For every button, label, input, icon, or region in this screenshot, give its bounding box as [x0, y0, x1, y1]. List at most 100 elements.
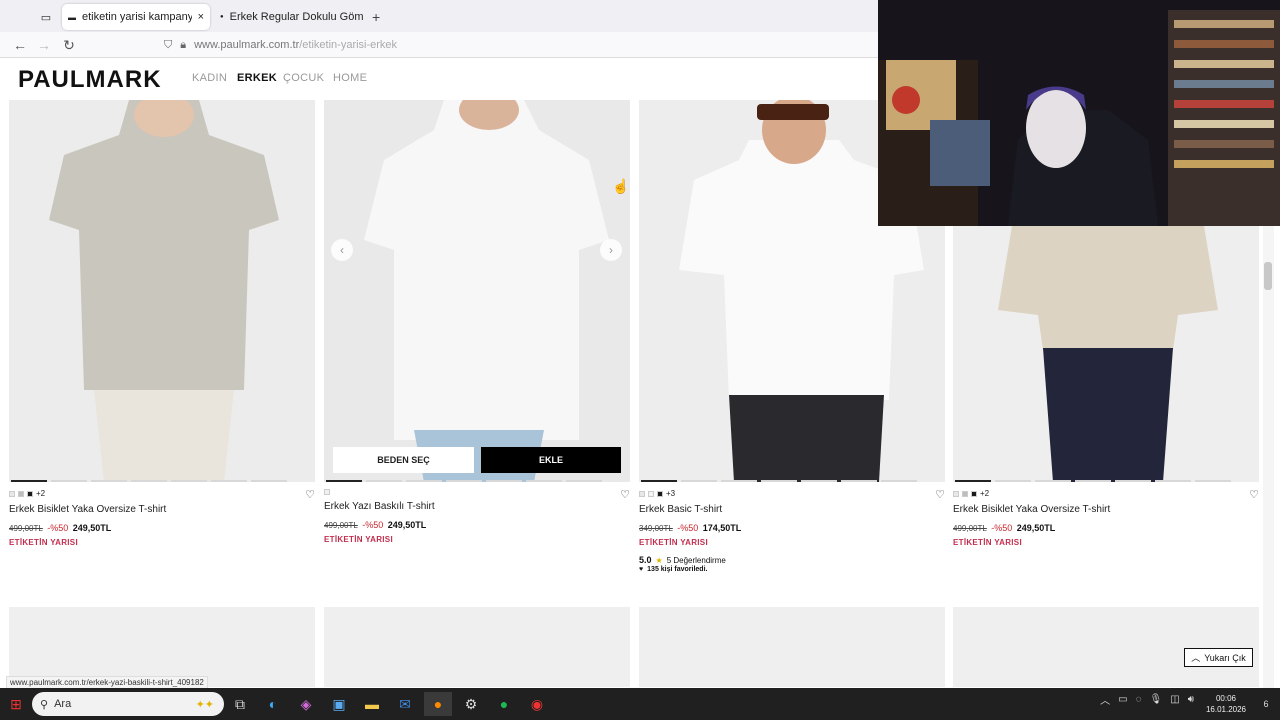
product-image-placeholder[interactable]: [324, 607, 630, 687]
color-swatch[interactable]: [962, 490, 968, 497]
search-icon: ⚲: [40, 698, 49, 711]
tab-list-icon[interactable]: ▭: [34, 4, 58, 30]
product-info: +2 ♡ Erkek Bisiklet Yaka Oversize T-shir…: [953, 489, 1259, 547]
next-image-icon[interactable]: ›: [600, 239, 622, 261]
search-placeholder: Ara: [54, 698, 72, 710]
volume-icon[interactable]: 🔊︎: [1188, 694, 1194, 705]
more-colors-count[interactable]: +2: [36, 489, 45, 498]
more-colors-count[interactable]: +2: [980, 489, 989, 498]
product-name[interactable]: Erkek Basic T-shirt: [639, 504, 945, 515]
product-image[interactable]: [324, 100, 630, 482]
color-swatch[interactable]: [639, 490, 645, 497]
scroll-to-top-label: Yukarı Çık: [1204, 652, 1246, 663]
sale-price: 174,50TL: [702, 523, 742, 533]
color-swatch[interactable]: [953, 490, 959, 497]
scrollbar-thumb[interactable]: [1264, 262, 1272, 290]
webcam-photo: [878, 0, 1280, 226]
chevron-up-icon[interactable]: ︿: [1100, 692, 1110, 707]
product-name[interactable]: Erkek Yazı Baskılı T-shirt: [324, 501, 630, 512]
microphone-icon[interactable]: 🎙︎: [1150, 694, 1163, 705]
back-icon[interactable]: ←: [8, 32, 32, 58]
favorite-heart-icon[interactable]: ♡: [305, 488, 315, 501]
copilot-icon[interactable]: ◈: [292, 692, 320, 716]
nav-home[interactable]: HOME: [333, 72, 367, 84]
sale-price: 249,50TL: [1016, 523, 1056, 533]
star-icon: ★: [655, 555, 663, 565]
page-scrollbar[interactable]: [1263, 226, 1274, 688]
clock-date: 16.01.2026: [1205, 705, 1246, 714]
favorite-heart-icon[interactable]: ♡: [620, 488, 630, 501]
nav-kadin[interactable]: KADIN: [192, 72, 227, 84]
firefox-icon[interactable]: ●: [424, 692, 452, 716]
scroll-to-top-button[interactable]: ︿ Yukarı Çık: [1184, 648, 1253, 667]
webcam-overlay: [878, 0, 1280, 226]
heart-filled-icon: ♥: [639, 566, 644, 573]
shield-icon[interactable]: ⛉: [164, 39, 172, 52]
store-icon[interactable]: ▣: [325, 692, 353, 716]
tab-active[interactable]: ▬ etiketin yarisi kampanyasi erkek ×: [62, 4, 210, 30]
task-view-icon[interactable]: ⧉: [226, 692, 254, 716]
new-tab-button[interactable]: +: [366, 4, 384, 30]
product-photo: [324, 100, 630, 482]
old-price: 499,00TL: [9, 524, 43, 533]
more-colors-count[interactable]: +3: [666, 489, 675, 498]
url-field[interactable]: ⛉ 🔒︎ www.paulmark.com.tr/etiketin-yarisi…: [160, 34, 878, 56]
select-size-button[interactable]: BEDEN SEÇ: [333, 447, 474, 473]
product-image-placeholder[interactable]: [953, 607, 1259, 687]
nav-cocuk[interactable]: ÇOCUK: [283, 72, 324, 84]
reload-icon[interactable]: ↻: [57, 32, 81, 58]
tab-label: Erkek Regular Dokulu Gömlek: [229, 11, 364, 23]
nav-erkek[interactable]: ERKEK: [237, 72, 277, 84]
mail-icon[interactable]: ✉: [391, 692, 419, 716]
tray-app-icon[interactable]: ▭: [1118, 694, 1127, 705]
color-swatch[interactable]: [324, 489, 330, 495]
file-explorer-icon[interactable]: ▬: [358, 692, 386, 716]
lock-icon[interactable]: 🔒︎: [180, 39, 186, 52]
product-name[interactable]: Erkek Bisiklet Yaka Oversize T-shirt: [9, 504, 315, 515]
discount-rate: -%50: [362, 520, 384, 530]
forward-icon[interactable]: →: [32, 32, 56, 58]
hand-cursor-icon: ☝: [612, 178, 630, 194]
product-image-placeholder[interactable]: [639, 607, 945, 687]
color-swatch[interactable]: [657, 490, 663, 497]
color-swatches: +2: [9, 489, 315, 498]
network-icon[interactable]: ◫: [1170, 694, 1179, 705]
color-swatches: +3: [639, 489, 945, 498]
color-swatch[interactable]: [27, 490, 33, 497]
add-to-cart-button[interactable]: EKLE: [481, 447, 621, 473]
favorite-heart-icon[interactable]: ♡: [935, 488, 945, 501]
url-host: www.paulmark.com.tr: [194, 39, 300, 51]
tab-inactive[interactable]: ● Erkek Regular Dokulu Gömlek: [214, 4, 364, 30]
obs-record-icon[interactable]: ◉: [523, 692, 551, 716]
rating-row[interactable]: 5.0 ★ 5 Değerlendirme: [639, 555, 945, 565]
system-clock[interactable]: 00:06 16.01.2026: [1206, 693, 1246, 715]
close-tab-icon[interactable]: ×: [198, 11, 204, 23]
product-info: +2 ♡ Erkek Bisiklet Yaka Oversize T-shir…: [9, 489, 315, 547]
spotify-icon[interactable]: ●: [490, 692, 518, 716]
tray-app-icon[interactable]: ◌: [1136, 694, 1142, 705]
start-icon[interactable]: ⊞: [2, 692, 30, 716]
prev-image-icon[interactable]: ‹: [331, 239, 353, 261]
sale-price: 249,50TL: [387, 520, 427, 530]
site-favicon-icon: ▬: [68, 12, 76, 22]
product-image[interactable]: [9, 100, 315, 482]
color-swatch[interactable]: [648, 490, 654, 497]
clock-time: 00:06: [1215, 694, 1236, 703]
product-name[interactable]: Erkek Bisiklet Yaka Oversize T-shirt: [953, 504, 1259, 515]
navigation-toolbar: ← → ↻ ⛉ 🔒︎ www.paulmark.com.tr/etiketin-…: [0, 32, 878, 58]
notifications-icon[interactable]: 6: [1252, 692, 1280, 716]
site-logo[interactable]: PAULMARK: [18, 66, 162, 94]
color-swatch[interactable]: [18, 490, 24, 497]
image-pagination: [641, 480, 917, 482]
favorite-heart-icon[interactable]: ♡: [1249, 488, 1259, 501]
color-swatch[interactable]: [9, 490, 15, 497]
color-swatch[interactable]: [971, 490, 977, 497]
taskbar-search[interactable]: ⚲ Ara ✦✦: [32, 692, 224, 716]
product-image-placeholder[interactable]: [9, 607, 315, 687]
image-pagination: [11, 480, 287, 482]
favorites-count: 135 kişi favoriledi.: [647, 566, 708, 573]
windows-taskbar: ⊞ ⚲ Ara ✦✦ ⧉ ◐ ◈ ▣ ▬ ✉ ● ⚙ ● ◉ ︿ ▭ ◌ 🎙︎ …: [0, 688, 1280, 720]
edge-icon[interactable]: ◐: [259, 692, 287, 716]
site-favicon-icon: ●: [220, 14, 224, 20]
settings-gear-icon[interactable]: ⚙: [457, 692, 485, 716]
